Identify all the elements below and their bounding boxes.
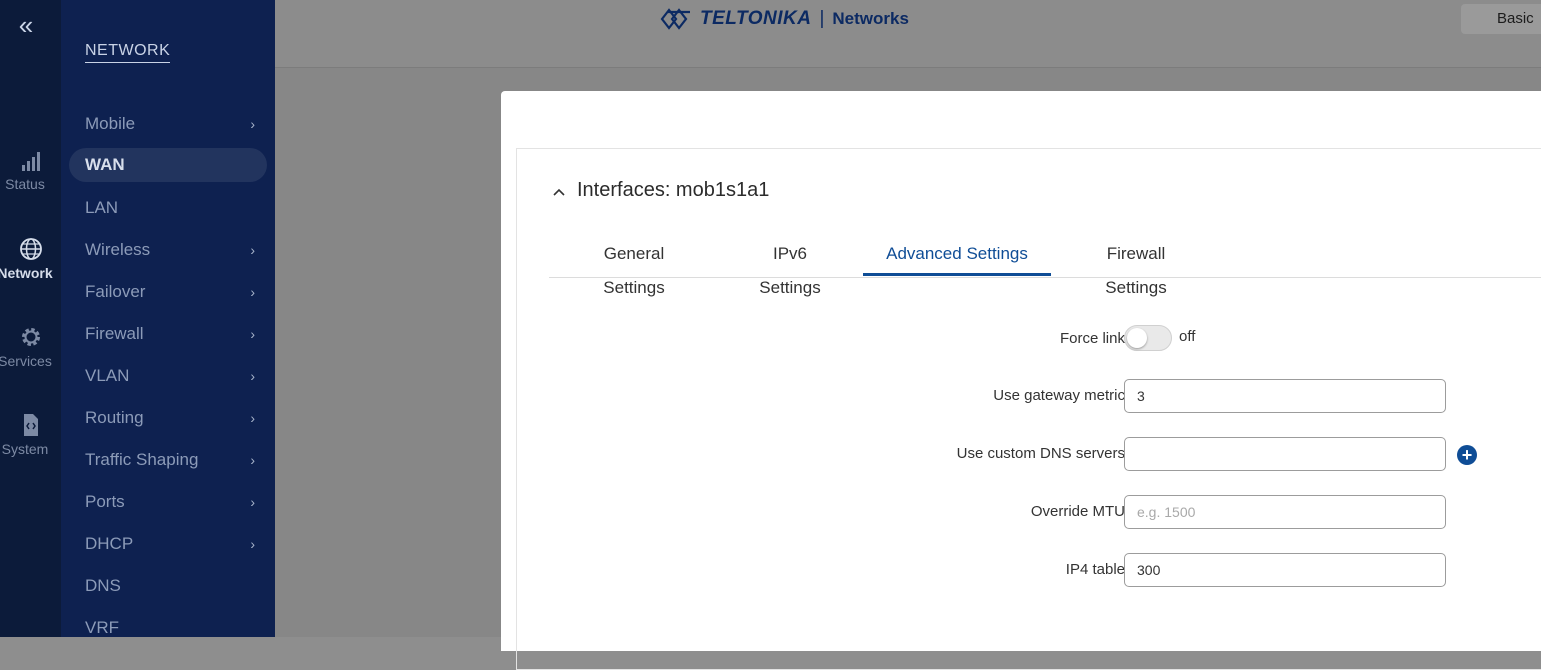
nav-item-label: Firewall — [85, 324, 144, 343]
interface-modal: Interfaces: mob1s1a1 General Settings IP… — [501, 91, 1541, 670]
logo-subbrand-text: Networks — [832, 9, 909, 28]
nav-section-title: NETWORK — [85, 42, 171, 63]
tab-firewall-settings[interactable]: Firewall Settings — [1075, 237, 1197, 297]
rail-item-label: Services — [0, 353, 52, 369]
ip4-table-input[interactable] — [1124, 553, 1446, 587]
chevron-up-icon — [553, 183, 565, 199]
nav-item-label: Mobile — [85, 114, 136, 133]
rail-item-services[interactable]: Services — [0, 325, 61, 369]
globe-icon — [19, 238, 42, 260]
nav-item-label: LAN — [85, 198, 119, 217]
nav-item-wan[interactable]: WAN — [69, 148, 267, 182]
custom-dns-row: Use custom DNS servers + — [517, 437, 1541, 471]
rail-item-label: Network — [0, 265, 53, 281]
nav-item-routing[interactable]: Routing › — [69, 401, 267, 435]
logo-brand-text: TELTONIKA — [700, 8, 812, 29]
nav-item-label: Ports — [85, 492, 125, 511]
nav-item-dhcp[interactable]: DHCP › — [69, 527, 267, 561]
nav-item-lan[interactable]: LAN — [69, 191, 267, 225]
logo-separator: | — [819, 8, 825, 29]
gateway-metric-row: Use gateway metric — [517, 379, 1541, 413]
nav-item-traffic-shaping[interactable]: Traffic Shaping › — [69, 443, 267, 477]
tab-general-settings[interactable]: General Settings — [573, 237, 695, 297]
network-nav: NETWORK Mobile › WAN LAN Wireless › Failov… — [61, 0, 275, 637]
nav-item-label: DNS — [85, 576, 121, 595]
override-mtu-input[interactable] — [1124, 495, 1446, 529]
nav-item-label: VRF — [85, 618, 119, 637]
panel-header[interactable]: Interfaces: mob1s1a1 — [553, 179, 769, 202]
interface-panel: Interfaces: mob1s1a1 General Settings IP… — [516, 148, 1541, 670]
teltonika-logo[interactable]: TELTONIKA | Networks — [660, 4, 909, 34]
document-code-icon — [23, 414, 38, 436]
double-chevron-left-icon[interactable]: « — [12, 10, 40, 40]
chevron-right-icon: › — [250, 116, 255, 132]
nav-item-label: Routing — [85, 408, 144, 427]
chevron-right-icon: › — [250, 494, 255, 510]
nav-item-label: Wireless — [85, 240, 151, 259]
settings-tabs: General Settings IPv6 Settings Advanced … — [549, 237, 1541, 297]
nav-item-label: Failover — [85, 282, 146, 301]
chevron-right-icon: › — [250, 452, 255, 468]
gateway-metric-input[interactable] — [1124, 379, 1446, 413]
rail-item-label: Status — [5, 176, 45, 192]
rail-item-system[interactable]: System — [0, 413, 61, 457]
rail-item-network[interactable]: Network — [0, 237, 61, 281]
override-mtu-label: Override MTU — [1030, 503, 1125, 520]
nav-item-mobile[interactable]: Mobile › — [69, 107, 267, 141]
override-mtu-row: Override MTU — [517, 495, 1541, 529]
chevron-right-icon: › — [250, 242, 255, 258]
nav-item-vrf[interactable]: VRF — [69, 611, 267, 645]
force-link-toggle[interactable] — [1124, 325, 1172, 351]
ip4-table-label: IP4 table — [1065, 561, 1125, 578]
nav-item-label: WAN — [85, 155, 125, 174]
rail-item-label: System — [1, 441, 49, 457]
chevron-right-icon: › — [250, 536, 255, 552]
chevron-right-icon: › — [250, 368, 255, 384]
mode-toggle-button[interactable]: Basic — [1461, 4, 1541, 34]
rail-item-status[interactable]: Status — [0, 150, 61, 192]
nav-item-label: Traffic Shaping — [85, 450, 199, 469]
custom-dns-input[interactable] — [1124, 437, 1446, 471]
gear-icon — [21, 328, 40, 346]
signal-bars-icon — [21, 152, 40, 171]
ip4-table-row: IP4 table — [517, 553, 1541, 587]
top-header: TELTONIKA | Networks Basic — [275, 0, 1541, 68]
nav-item-dns[interactable]: DNS — [69, 569, 267, 603]
nav-item-vlan[interactable]: VLAN › — [69, 359, 267, 393]
chevron-right-icon: › — [250, 284, 255, 300]
force-link-row: Force link off — [517, 325, 1541, 359]
teltonika-mark-icon — [660, 8, 690, 30]
plus-circle-icon[interactable]: + — [1457, 445, 1477, 465]
nav-item-wireless[interactable]: Wireless › — [69, 233, 267, 267]
nav-item-label: VLAN — [85, 366, 130, 385]
panel-title: Interfaces: mob1s1a1 — [577, 179, 770, 201]
custom-dns-label: Use custom DNS servers — [956, 445, 1125, 462]
tab-advanced-settings[interactable]: Advanced Settings — [863, 237, 1051, 276]
nav-item-ports[interactable]: Ports › — [69, 485, 267, 519]
nav-item-failover[interactable]: Failover › — [69, 275, 267, 309]
nav-item-label: DHCP — [85, 534, 134, 553]
chevron-right-icon: › — [250, 326, 255, 342]
nav-item-firewall[interactable]: Firewall › — [69, 317, 267, 351]
chevron-right-icon: › — [250, 410, 255, 426]
tab-ipv6-settings[interactable]: IPv6 Settings — [741, 237, 839, 297]
icon-rail: « Status Network Services System — [0, 0, 61, 637]
toggle-knob — [1127, 328, 1147, 348]
force-link-label: Force link — [1059, 330, 1125, 347]
force-link-state: off — [1179, 328, 1196, 345]
gateway-metric-label: Use gateway metric — [993, 387, 1125, 404]
